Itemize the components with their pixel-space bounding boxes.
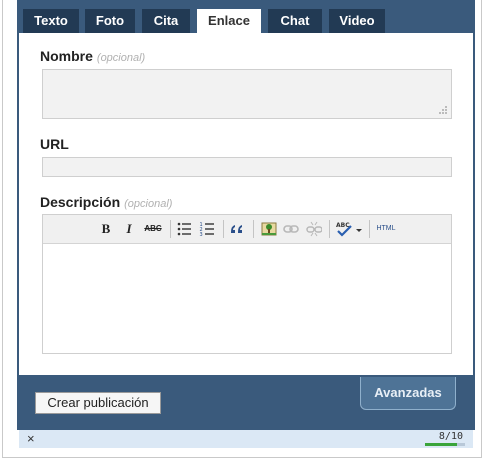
description-label: Descripción (opcional) (40, 194, 172, 210)
toolbar-separator (170, 220, 171, 238)
status-bar: × 8/10 (19, 430, 473, 448)
description-optional-hint: (opcional) (124, 198, 173, 210)
image-icon[interactable] (261, 221, 277, 237)
link-icon[interactable] (283, 221, 299, 237)
url-label-text: URL (40, 136, 69, 152)
counter-progress-bar (425, 443, 465, 446)
tab-texto[interactable]: Texto (23, 9, 79, 33)
strikethrough-icon[interactable]: ABC (143, 221, 163, 237)
toolbar-separator (369, 220, 370, 238)
name-label-text: Nombre (40, 48, 93, 64)
counter-progress-fill (425, 443, 457, 446)
name-label: Nombre (opcional) (40, 48, 145, 64)
post-dialog: Texto Foto Cita Enlace Chat Video Nombre… (2, 0, 482, 458)
tab-foto[interactable]: Foto (85, 9, 135, 33)
dialog-footer: Crear publicación Avanzadas (19, 377, 473, 429)
name-field[interactable] (42, 69, 452, 119)
description-label-text: Descripción (40, 194, 121, 210)
url-label: URL (40, 136, 69, 152)
unlink-icon[interactable] (306, 221, 322, 237)
toolbar-separator (253, 220, 254, 238)
advanced-tab[interactable]: Avanzadas (360, 377, 456, 410)
toolbar-separator (223, 220, 224, 238)
tab-chat[interactable]: Chat (268, 9, 322, 33)
url-field[interactable] (42, 157, 452, 177)
blockquote-icon[interactable] (229, 221, 245, 237)
tab-enlace[interactable]: Enlace (197, 9, 261, 34)
svg-text:3: 3 (200, 232, 203, 237)
bullet-list-icon[interactable] (176, 221, 192, 237)
spellcheck-icon[interactable]: ABC (336, 221, 364, 237)
description-body[interactable] (43, 244, 451, 353)
bold-icon[interactable]: B (99, 221, 113, 237)
link-form-panel: Nombre (opcional) URL Descripción (opciona… (19, 33, 473, 375)
description-editor: B I ABC 1 2 3 ABC HTML (42, 214, 452, 354)
create-post-button[interactable]: Crear publicación (35, 392, 161, 414)
post-counter: 8/10 (438, 431, 463, 442)
tab-video[interactable]: Video (329, 9, 385, 33)
numbered-list-icon[interactable]: 1 2 3 (199, 221, 215, 237)
name-optional-hint: (opcional) (96, 52, 146, 64)
italic-icon[interactable]: I (122, 221, 136, 237)
resize-handle-icon[interactable] (438, 105, 448, 115)
editor-toolbar: B I ABC 1 2 3 ABC HTML (43, 215, 451, 244)
html-icon[interactable]: HTML (375, 221, 397, 237)
tab-cita[interactable]: Cita (142, 9, 190, 33)
toolbar-separator (329, 220, 330, 238)
close-icon[interactable]: × (27, 431, 35, 446)
